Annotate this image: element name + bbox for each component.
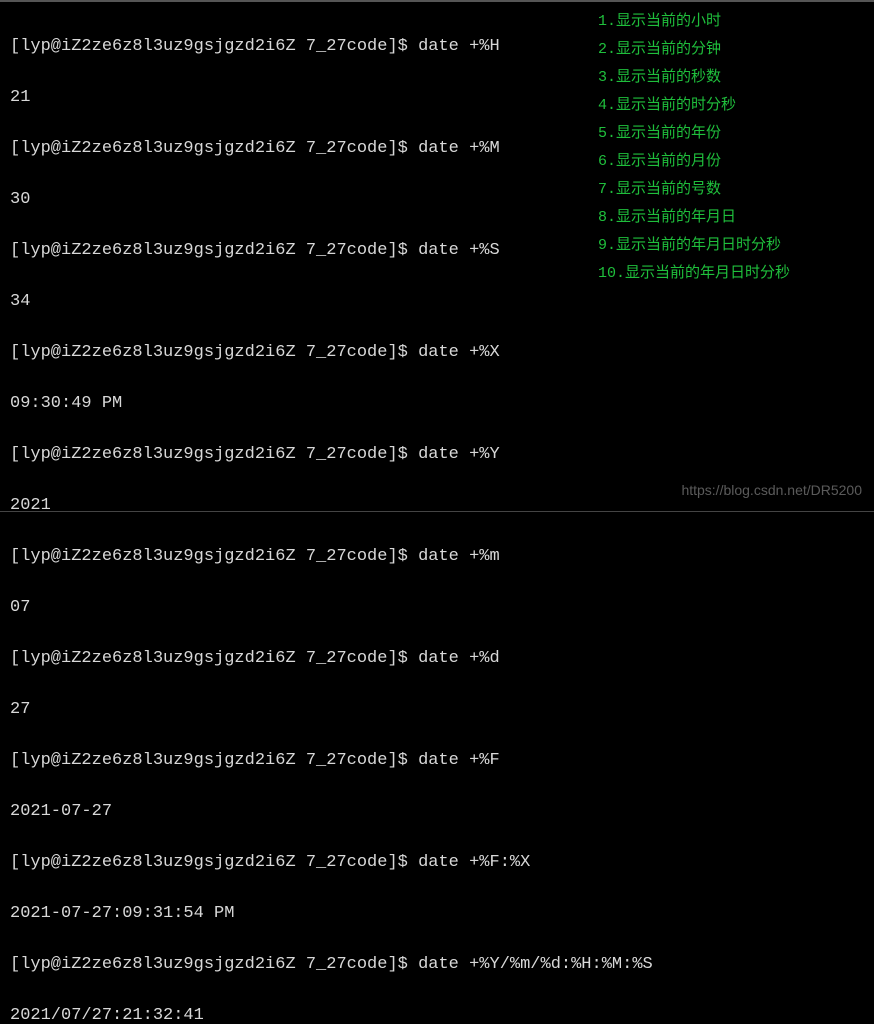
command-output: 2021/07/27:21:32:41	[10, 1003, 864, 1024]
command-text: date +%Y/%m/%d:%H:%M:%S	[418, 955, 653, 974]
watermark-text: https://blog.csdn.net/DR5200	[681, 478, 862, 504]
annotation-item: 5.显示当前的年份	[598, 120, 868, 148]
annotation-item: 4.显示当前的时分秒	[598, 92, 868, 120]
shell-prompt: [lyp@iZ2ze6z8l3uz9gsjgzd2i6Z 7_27code]$	[10, 547, 418, 566]
annotation-item: 7.显示当前的号数	[598, 176, 868, 204]
shell-prompt: [lyp@iZ2ze6z8l3uz9gsjgzd2i6Z 7_27code]$	[10, 853, 418, 872]
command-output: 2021-07-27	[10, 799, 864, 825]
command-text: date +%d	[418, 649, 500, 668]
annotation-item: 9.显示当前的年月日时分秒	[598, 232, 868, 260]
shell-prompt: [lyp@iZ2ze6z8l3uz9gsjgzd2i6Z 7_27code]$	[10, 649, 418, 668]
annotation-item: 10.显示当前的年月日时分秒	[598, 260, 868, 288]
command-text: date +%F	[418, 751, 500, 770]
shell-prompt: [lyp@iZ2ze6z8l3uz9gsjgzd2i6Z 7_27code]$	[10, 445, 418, 464]
annotation-item: 1.显示当前的小时	[598, 8, 868, 36]
annotation-item: 8.显示当前的年月日	[598, 204, 868, 232]
command-output: 2021-07-27:09:31:54 PM	[10, 901, 864, 927]
command-text: date +%F:%X	[418, 853, 530, 872]
command-output: 07	[10, 595, 864, 621]
command-text: date +%Y	[418, 445, 500, 464]
annotation-item: 2.显示当前的分钟	[598, 36, 868, 64]
shell-prompt: [lyp@iZ2ze6z8l3uz9gsjgzd2i6Z 7_27code]$	[10, 241, 418, 260]
shell-prompt: [lyp@iZ2ze6z8l3uz9gsjgzd2i6Z 7_27code]$	[10, 139, 418, 158]
command-text: date +%M	[418, 139, 500, 158]
command-text: date +%H	[418, 37, 500, 56]
command-output: 34	[10, 289, 864, 315]
annotation-item: 6.显示当前的月份	[598, 148, 868, 176]
shell-prompt: [lyp@iZ2ze6z8l3uz9gsjgzd2i6Z 7_27code]$	[10, 751, 418, 770]
command-text: date +%X	[418, 343, 500, 362]
shell-prompt: [lyp@iZ2ze6z8l3uz9gsjgzd2i6Z 7_27code]$	[10, 955, 418, 974]
annotation-list: 1.显示当前的小时 2.显示当前的分钟 3.显示当前的秒数 4.显示当前的时分秒…	[598, 8, 868, 288]
shell-prompt: [lyp@iZ2ze6z8l3uz9gsjgzd2i6Z 7_27code]$	[10, 37, 418, 56]
command-output: 09:30:49 PM	[10, 391, 864, 417]
command-output: 27	[10, 697, 864, 723]
command-text: date +%S	[418, 241, 500, 260]
command-text: date +%m	[418, 547, 500, 566]
annotation-item: 3.显示当前的秒数	[598, 64, 868, 92]
shell-prompt: [lyp@iZ2ze6z8l3uz9gsjgzd2i6Z 7_27code]$	[10, 343, 418, 362]
